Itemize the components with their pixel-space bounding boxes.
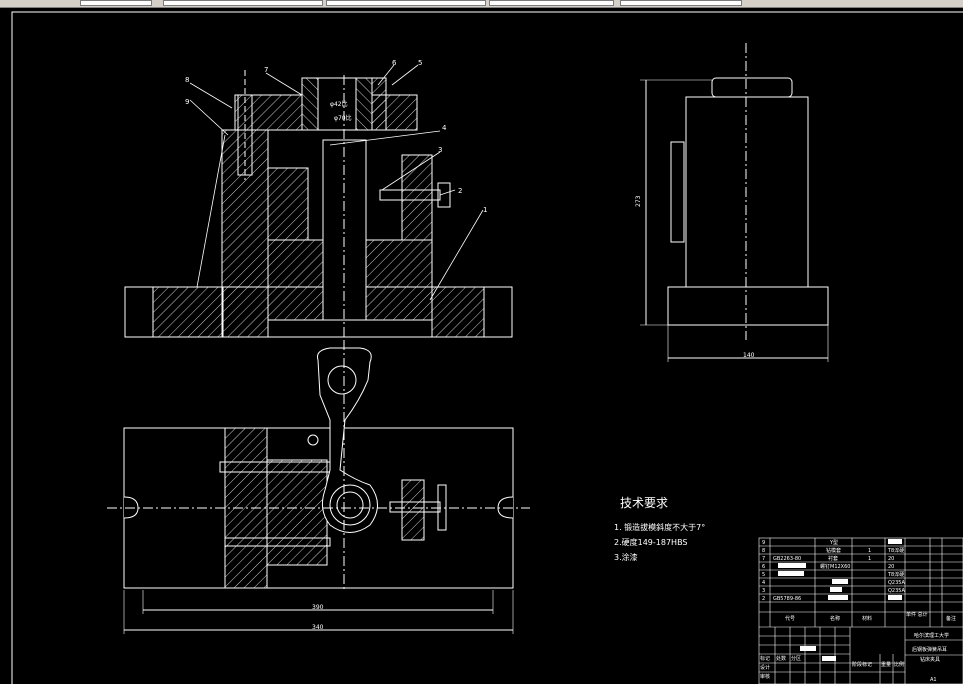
drawing-frame	[11, 11, 963, 684]
tech-requirements: 技术要求 1. 锻造拔模斜度不大于7° 2.硬度149-187HBS 3.涂漆	[614, 496, 705, 562]
svg-text:标记: 标记	[760, 655, 770, 662]
tech-req-title: 技术要求	[620, 496, 668, 510]
svg-text:衬套: 衬套	[828, 555, 838, 562]
callout-8: 8	[185, 76, 189, 84]
svg-text:T8淬硬: T8淬硬	[887, 547, 904, 554]
svg-text:5: 5	[762, 572, 765, 578]
svg-text:1: 1	[868, 556, 871, 562]
dim-side-width: 140	[743, 352, 755, 359]
svg-text:8: 8	[762, 548, 765, 554]
svg-text:20: 20	[888, 556, 894, 562]
svg-text:GB2263-80: GB2263-80	[773, 556, 801, 562]
side-base	[667, 286, 829, 326]
svg-text:后钢板弹簧吊耳: 后钢板弹簧吊耳	[912, 646, 947, 653]
svg-text:钻模套: 钻模套	[826, 547, 841, 554]
cad-drawing[interactable]: 8 9 7 6 5 4 3 2 1 φ70比 φ42比 273 140 390 …	[0, 0, 963, 684]
top-view	[107, 340, 530, 634]
svg-text:3: 3	[762, 588, 765, 594]
tech-req-item-1: 1. 锻造拔模斜度不大于7°	[614, 522, 705, 532]
dim-top-total: 340	[312, 624, 324, 631]
svg-text:9: 9	[762, 540, 765, 546]
svg-text:设计: 设计	[760, 664, 770, 671]
callout-5: 5	[418, 59, 422, 67]
svg-text:备注: 备注	[946, 615, 956, 622]
svg-text:A1: A1	[930, 677, 937, 683]
drill-bushing-right	[355, 77, 373, 131]
svg-text:T8淬硬: T8淬硬	[887, 571, 904, 578]
bom-text: 9 Y型 8 钻模套 1 T8淬硬 7 GB2263-80 衬套 1 20 6 …	[760, 539, 956, 683]
svg-text:7: 7	[762, 556, 765, 562]
svg-text:Q235A: Q235A	[888, 580, 905, 586]
svg-text:阶段标记: 阶段标记	[852, 661, 872, 668]
callout-1: 1	[483, 206, 487, 214]
dim-side-height: 273	[635, 195, 642, 207]
svg-text:比例: 比例	[894, 661, 904, 668]
svg-text:2: 2	[762, 596, 765, 602]
svg-text:代号: 代号	[785, 615, 795, 622]
base-left-hatch	[152, 286, 224, 338]
side-body	[685, 96, 809, 288]
callout-6: 6	[392, 59, 397, 67]
svg-text:材料: 材料	[862, 615, 872, 622]
callout-3: 3	[438, 146, 442, 154]
front-view	[124, 70, 513, 350]
dim-top-inner: 390	[312, 604, 324, 611]
top-right-block	[401, 479, 425, 541]
svg-text:审核: 审核	[760, 673, 770, 680]
drill-bushing-left	[301, 77, 319, 131]
svg-text:20: 20	[888, 564, 894, 570]
lever-small-hole	[307, 434, 319, 446]
body-center-left	[267, 239, 324, 321]
side-view	[640, 43, 829, 362]
callout-4: 4	[442, 124, 447, 132]
svg-text:GB5789-86: GB5789-86	[773, 596, 801, 602]
svg-text:1: 1	[868, 548, 871, 554]
svg-text:分区: 分区	[791, 655, 801, 662]
svg-text:Y型: Y型	[829, 539, 838, 546]
svg-text:处数: 处数	[776, 655, 786, 662]
dim-inner: φ42比	[330, 100, 348, 108]
left-block	[267, 167, 309, 241]
body-center-right	[365, 239, 433, 321]
workpiece-lever	[317, 347, 378, 533]
tech-req-item-2: 2.硬度149-187HBS	[614, 537, 688, 547]
svg-text:6: 6	[762, 564, 765, 570]
top-center-block	[266, 459, 328, 566]
dim-bore: φ70比	[334, 114, 352, 122]
base-right-hatch	[431, 286, 485, 338]
side-clamp	[670, 141, 685, 243]
svg-text:重量: 重量	[881, 661, 891, 668]
svg-text:单件 总计: 单件 总计	[906, 611, 928, 618]
tech-req-item-3: 3.涂漆	[614, 552, 638, 562]
liner-right	[371, 77, 387, 131]
svg-text:名称: 名称	[830, 615, 840, 622]
callout-9: 9	[185, 98, 189, 106]
svg-text:4: 4	[762, 580, 765, 586]
svg-text:钻床夹具: 钻床夹具	[920, 656, 940, 663]
right-support	[401, 154, 433, 241]
callout-7: 7	[264, 66, 268, 74]
svg-text:哈尔滨理工大学: 哈尔滨理工大学	[914, 632, 949, 639]
side-knob	[711, 77, 793, 98]
callout-2: 2	[458, 187, 462, 195]
svg-text:螺钉M12X60: 螺钉M12X60	[820, 563, 850, 570]
svg-text:Q235A: Q235A	[888, 588, 905, 594]
